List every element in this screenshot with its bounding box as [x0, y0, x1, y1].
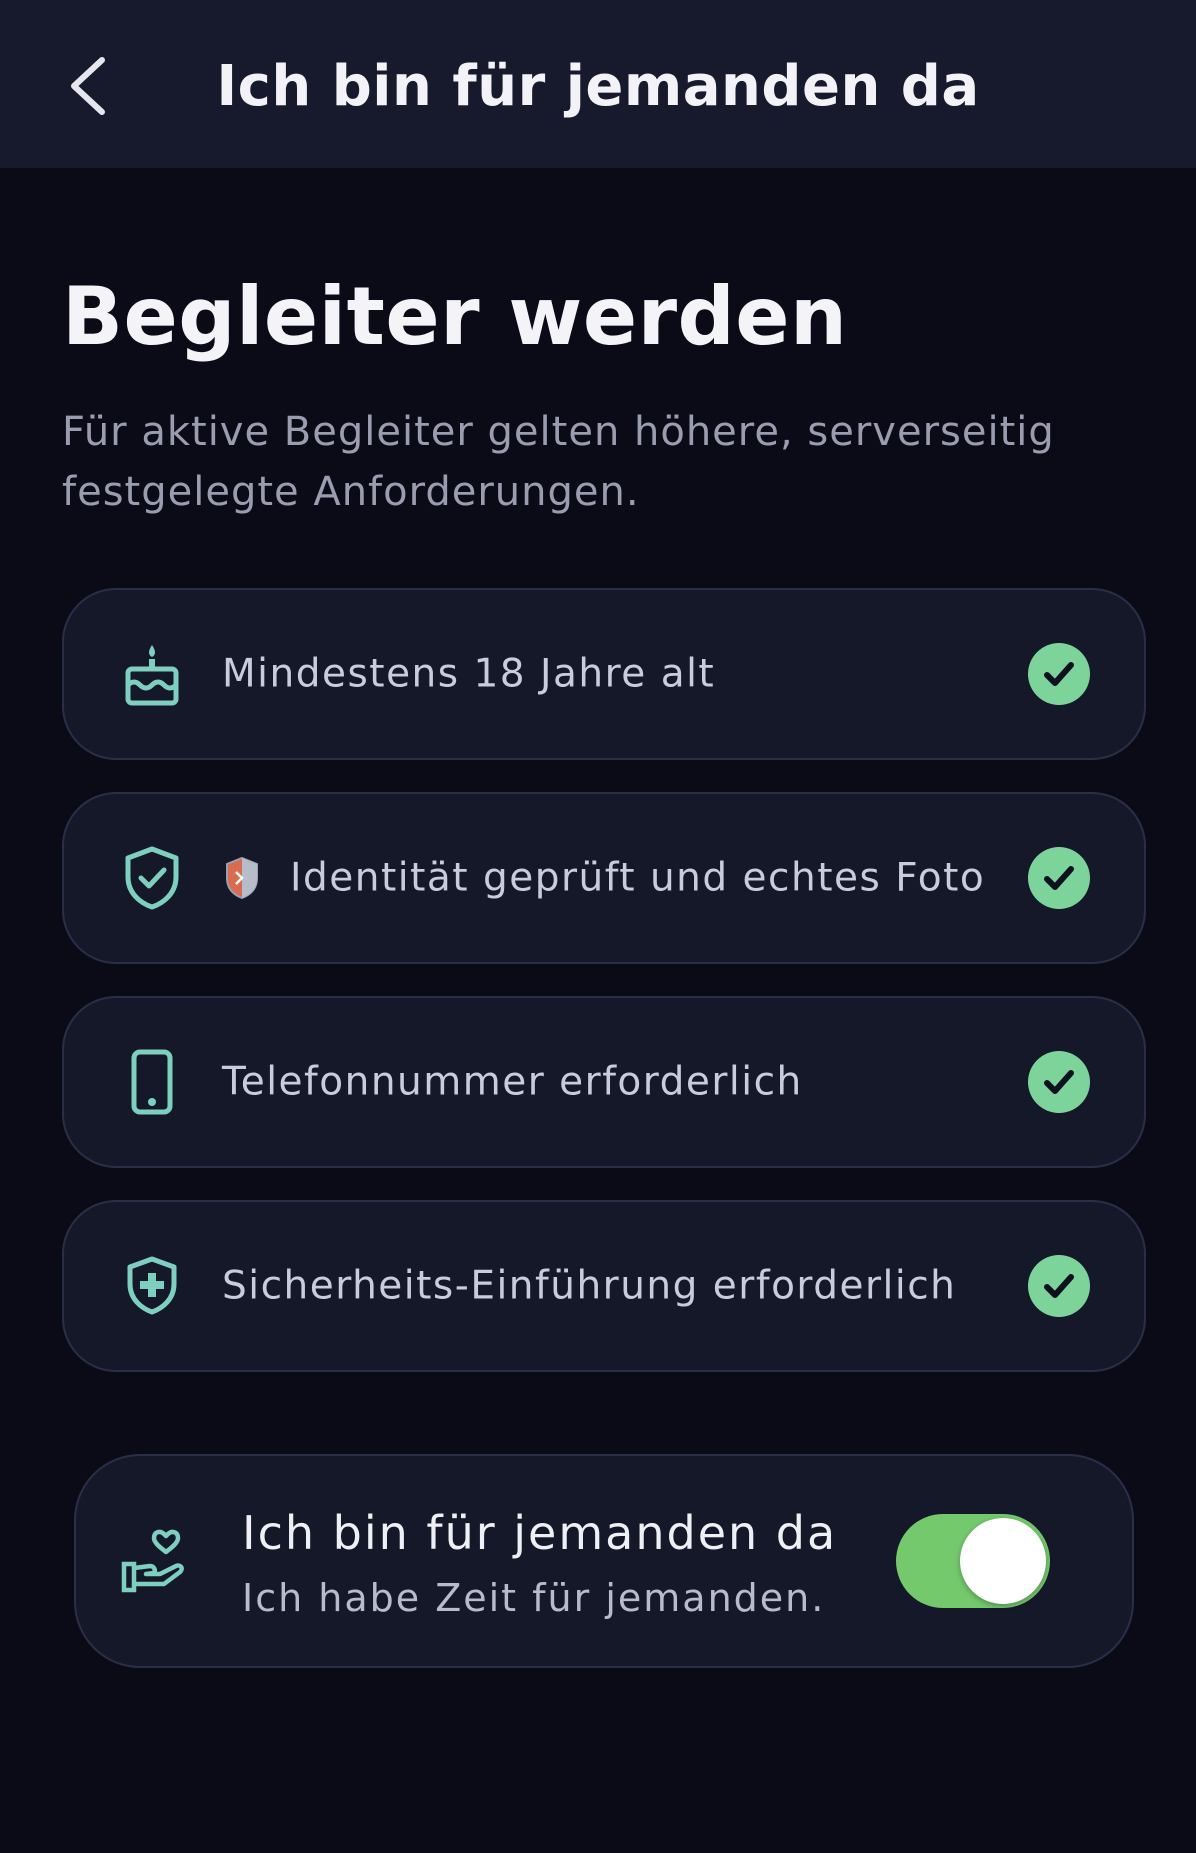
availability-subtitle: Ich habe Zeit für jemanden.	[242, 1576, 826, 1620]
requirement-label: Telefonnummer erforderlich	[222, 1059, 803, 1105]
requirement-card-safety: Sicherheits-Einführung erforderlich	[62, 1200, 1146, 1372]
cake-icon	[120, 642, 184, 706]
checkmark-icon	[1028, 643, 1090, 705]
checkmark-icon	[1028, 847, 1090, 909]
requirement-card-identity: Identität geprüft und echtes Foto	[62, 792, 1146, 964]
header-title: Ich bin für jemanden da	[216, 53, 980, 119]
requirement-label: Mindestens 18 Jahre alt	[222, 651, 716, 697]
shield-plus-icon	[120, 1254, 184, 1318]
availability-toggle[interactable]	[896, 1514, 1050, 1608]
toggle-knob	[960, 1518, 1046, 1604]
availability-card: Ich bin für jemanden da Ich habe Zeit fü…	[74, 1454, 1134, 1668]
requirement-card-age: Mindestens 18 Jahre alt	[62, 588, 1146, 760]
requirement-label: Identität geprüft und echtes Foto	[290, 855, 986, 901]
page-subtitle: Für aktive Begleiter gelten höhere, serv…	[62, 409, 1055, 515]
shield-check-icon	[120, 846, 184, 910]
nav-header: Ich bin für jemanden da	[0, 0, 1196, 168]
page-title: Begleiter werden	[62, 270, 848, 363]
checkmark-icon	[1028, 1255, 1090, 1317]
requirement-label: Sicherheits-Einführung erforderlich	[222, 1263, 957, 1309]
phone-icon	[120, 1049, 184, 1115]
hand-heart-icon	[121, 1529, 184, 1593]
availability-title: Ich bin für jemanden da	[242, 1506, 838, 1560]
page: Ich bin für jemanden da Begleiter werden…	[0, 0, 1196, 1853]
shield-badge-icon	[226, 856, 258, 900]
back-button[interactable]	[52, 46, 124, 126]
requirement-card-phone: Telefonnummer erforderlich	[62, 996, 1146, 1168]
checkmark-icon	[1028, 1051, 1090, 1113]
chevron-left-icon	[71, 57, 105, 115]
